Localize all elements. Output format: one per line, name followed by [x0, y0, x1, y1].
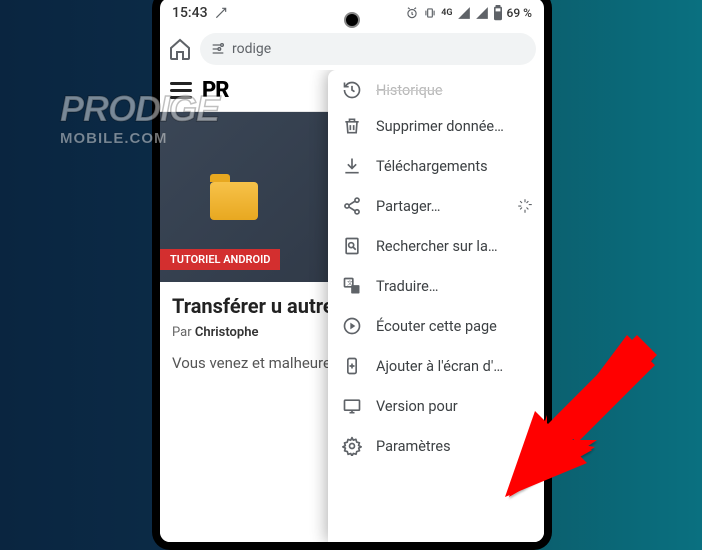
- signal-icon-2: [475, 6, 489, 20]
- browser-bar: rodige: [160, 28, 544, 70]
- menu-item-history[interactable]: Historique: [328, 76, 544, 106]
- find-in-page-icon: [342, 236, 362, 256]
- sparkle-icon: [516, 197, 534, 215]
- menu-label: Ajouter à l'écran d'…: [376, 358, 503, 375]
- camera-hole: [344, 12, 360, 28]
- url-text: rodige: [232, 41, 271, 57]
- menu-label: Écouter cette page: [376, 318, 497, 335]
- gear-icon: [342, 436, 362, 456]
- hamburger-icon[interactable]: [170, 82, 192, 99]
- desktop-icon: [342, 396, 362, 416]
- category-tag: TUTORIEL ANDROID: [160, 249, 280, 270]
- add-to-home-icon: [342, 356, 362, 376]
- battery-percent: 69 %: [507, 6, 532, 20]
- svg-text:文: 文: [347, 279, 353, 287]
- url-bar[interactable]: rodige: [200, 33, 536, 65]
- overflow-menu: Historique Supprimer donnée… Téléchargem…: [328, 70, 544, 542]
- alarm-icon: [405, 6, 419, 20]
- vibrate-icon: [423, 6, 437, 20]
- menu-label: Partager…: [376, 198, 440, 215]
- menu-item-add-homescreen[interactable]: Ajouter à l'écran d'…: [328, 346, 544, 386]
- status-time: 15:43: [172, 5, 208, 21]
- play-circle-icon: [342, 316, 362, 336]
- signal-icon: [457, 6, 471, 20]
- page-area: PR TUTORIEL ANDROID Transférer u autre s…: [160, 70, 544, 542]
- menu-item-downloads[interactable]: Téléchargements: [328, 146, 544, 186]
- history-icon: [342, 80, 362, 100]
- menu-item-share[interactable]: Partager…: [328, 186, 544, 226]
- byline-author: Christophe: [195, 325, 259, 340]
- phone-frame: 15:43 4G 69 % rodige PR: [152, 0, 552, 550]
- menu-item-find[interactable]: Rechercher sur la…: [328, 226, 544, 266]
- menu-label: Rechercher sur la…: [376, 238, 498, 255]
- menu-item-delete-data[interactable]: Supprimer donnée…: [328, 106, 544, 146]
- menu-label: Supprimer donnée…: [376, 118, 504, 135]
- menu-label: Téléchargements: [376, 158, 488, 175]
- site-logo: PR: [202, 78, 228, 103]
- menu-label: Version pour: [376, 398, 458, 415]
- menu-item-settings[interactable]: Paramètres: [328, 426, 544, 466]
- menu-item-desktop-site[interactable]: Version pour: [328, 386, 544, 426]
- share-icon: [342, 196, 362, 216]
- menu-label: Historique: [376, 82, 443, 99]
- near-icon: [214, 6, 228, 20]
- tune-icon: [210, 41, 226, 57]
- menu-label: Traduire…: [376, 278, 439, 295]
- home-icon[interactable]: [168, 37, 192, 61]
- menu-item-listen[interactable]: Écouter cette page: [328, 306, 544, 346]
- menu-label: Paramètres: [376, 438, 451, 455]
- trash-icon: [342, 116, 362, 136]
- byline-prefix: Par: [172, 325, 195, 340]
- download-icon: [342, 156, 362, 176]
- battery-icon: [493, 5, 503, 21]
- menu-item-translate[interactable]: 文 Traduire…: [328, 266, 544, 306]
- phone-screen: 15:43 4G 69 % rodige PR: [160, 0, 544, 542]
- translate-icon: 文: [342, 276, 362, 296]
- network-4g: 4G: [441, 8, 452, 18]
